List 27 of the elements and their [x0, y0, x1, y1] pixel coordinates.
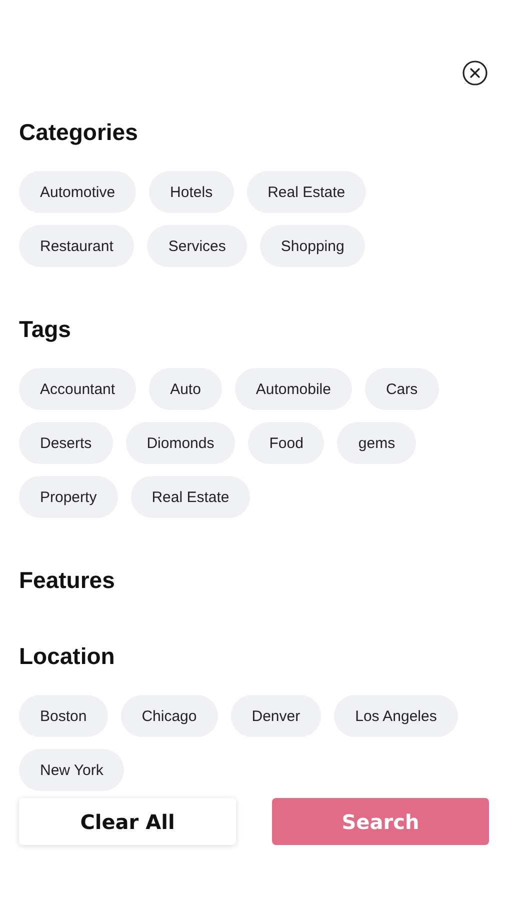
- filter-chip[interactable]: Cars: [364, 368, 439, 410]
- filter-chip[interactable]: Hotels: [149, 171, 234, 213]
- section-heading: Categories: [19, 118, 139, 146]
- filter-chip[interactable]: Denver: [230, 695, 322, 737]
- section-heading: Features: [19, 566, 116, 594]
- filter-chip[interactable]: Auto: [149, 368, 222, 410]
- filter-chip[interactable]: Restaurant: [19, 225, 134, 267]
- filter-chip[interactable]: New York: [19, 749, 124, 791]
- filter-chip[interactable]: Diomonds: [126, 422, 236, 464]
- filter-chip[interactable]: Los Angeles: [334, 695, 458, 737]
- filter-chip[interactable]: Services: [147, 225, 247, 267]
- section-heading: Location: [19, 642, 116, 670]
- section-heading: Tags: [19, 315, 72, 343]
- filter-chip[interactable]: Food: [248, 422, 324, 464]
- filter-chip[interactable]: Real Estate: [246, 171, 366, 213]
- filter-chip[interactable]: Deserts: [19, 422, 113, 464]
- filter-chip[interactable]: Real Estate: [130, 476, 250, 518]
- filter-chip[interactable]: Automotive: [19, 171, 136, 213]
- filter-chip[interactable]: Accountant: [19, 368, 136, 410]
- filter-chip[interactable]: Automobile: [234, 368, 352, 410]
- close-icon[interactable]: [462, 60, 488, 86]
- filter-chip[interactable]: Boston: [19, 695, 108, 737]
- filter-chip[interactable]: gems: [337, 422, 416, 464]
- clear-all-button[interactable]: Clear All: [19, 798, 236, 845]
- filter-chip[interactable]: Shopping: [260, 225, 366, 267]
- filter-chip[interactable]: Property: [19, 476, 118, 518]
- filter-chip[interactable]: Chicago: [120, 695, 218, 737]
